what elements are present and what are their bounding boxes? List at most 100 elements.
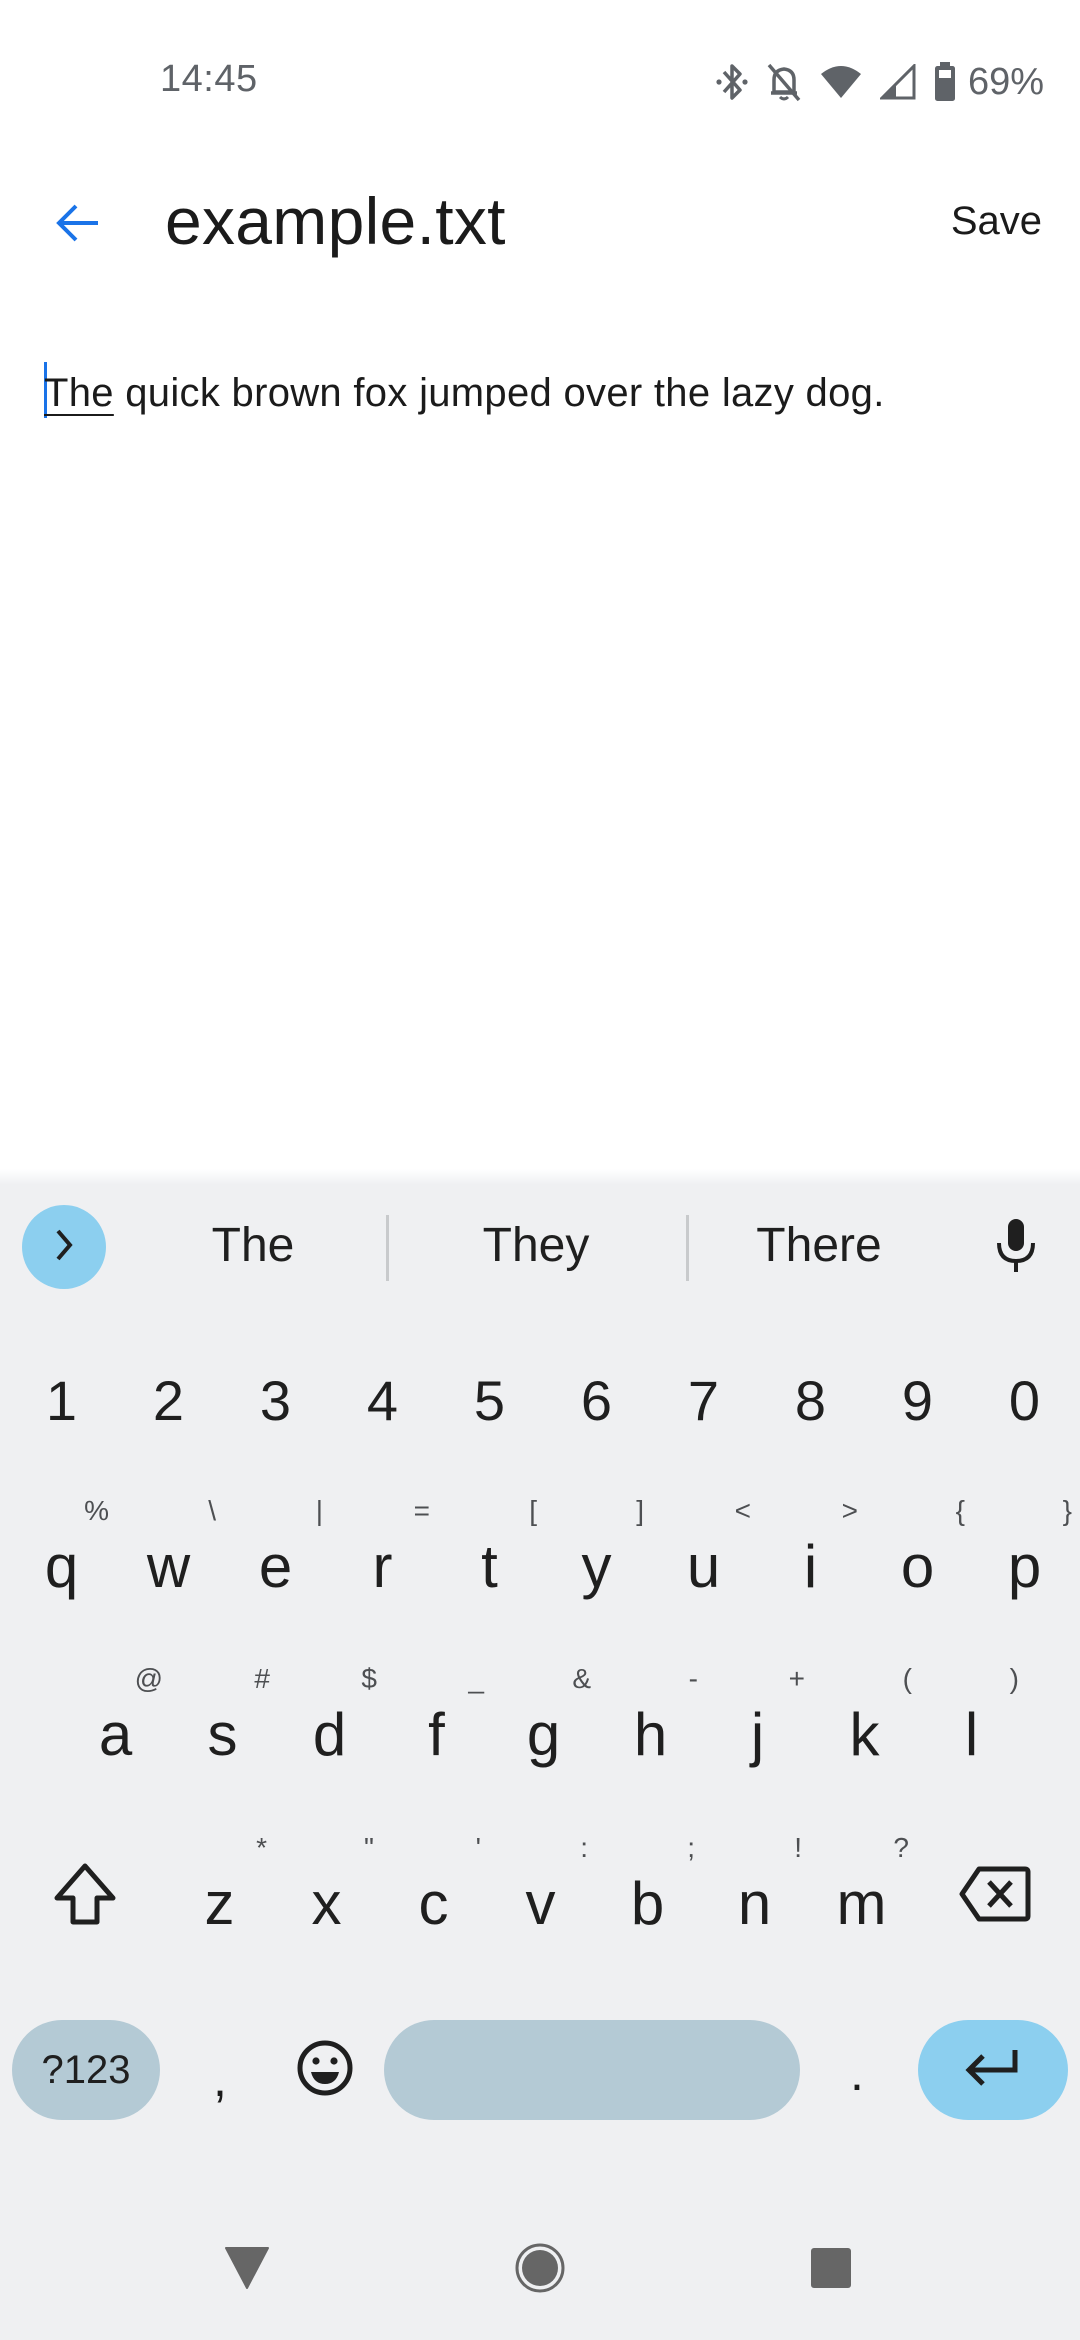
backspace-key[interactable] [930, 1812, 1060, 1980]
key-j[interactable]: + j [704, 1643, 811, 1811]
key-y[interactable]: ] y [543, 1475, 650, 1643]
key-hint: { [955, 1495, 965, 1526]
key-g[interactable]: & g [490, 1643, 597, 1811]
key-hint: ! [794, 1832, 802, 1863]
keyboard-shadow [0, 1169, 1080, 1185]
emoji-icon [296, 2039, 354, 2102]
microphone-icon [994, 1217, 1038, 1278]
key-e[interactable]: | e [222, 1475, 329, 1643]
editor-content[interactable]: The quick brown fox jumped over the lazy… [44, 362, 885, 418]
key-v[interactable]: :v [487, 1812, 594, 1980]
key-hint: : [580, 1832, 588, 1863]
suggestion-divider [386, 1215, 389, 1281]
key-label: i [803, 1533, 818, 1600]
nav-recents-icon [809, 2246, 853, 2295]
shift-key[interactable] [20, 1812, 150, 1980]
key-hint: @ [134, 1663, 163, 1694]
key-label: n [737, 1870, 772, 1937]
letter-row-3: * z " x ' c: v; b! n? m [0, 1812, 1080, 1980]
key-label: y [581, 1533, 612, 1600]
letter-row-1: % q \ w | e = r[t] y < u > i{o} p [0, 1475, 1080, 1643]
suggestion-2[interactable]: They [396, 1185, 676, 1305]
key-label: g [526, 1701, 561, 1768]
key-hint: _ [468, 1663, 484, 1694]
comma-key[interactable]: , [175, 2020, 265, 2120]
key-hint: & [572, 1663, 591, 1694]
nav-home-button[interactable] [490, 2220, 590, 2320]
save-button[interactable]: Save [947, 191, 1046, 252]
key-hint: " [364, 1832, 374, 1863]
key-i[interactable]: > i [757, 1475, 864, 1643]
back-button[interactable] [40, 187, 116, 263]
bluetooth-icon [716, 62, 748, 102]
key-5[interactable]: 5 [436, 1340, 543, 1460]
key-label: d [312, 1701, 347, 1768]
key-label: h [633, 1701, 668, 1768]
key-label: q [44, 1533, 79, 1600]
expand-toolbar-button[interactable] [22, 1205, 106, 1289]
key-1[interactable]: 1 [8, 1340, 115, 1460]
key-x[interactable]: " x [273, 1812, 380, 1980]
key-9[interactable]: 9 [864, 1340, 971, 1460]
key-z[interactable]: * z [166, 1812, 273, 1980]
key-label: f [428, 1701, 445, 1768]
key-hint: ' [475, 1832, 481, 1863]
key-6[interactable]: 6 [543, 1340, 650, 1460]
key-t[interactable]: [t [436, 1475, 543, 1643]
key-2[interactable]: 2 [115, 1340, 222, 1460]
key-s[interactable]: # s [169, 1643, 276, 1811]
key-u[interactable]: < u [650, 1475, 757, 1643]
key-q[interactable]: % q [8, 1475, 115, 1643]
key-4[interactable]: 4 [329, 1340, 436, 1460]
suggestion-1[interactable]: The [130, 1185, 376, 1305]
key-label: t [481, 1533, 498, 1600]
space-key[interactable] [384, 2020, 800, 2120]
enter-key[interactable] [918, 2020, 1068, 2120]
key-label: z [204, 1870, 235, 1937]
key-d[interactable]: $ d [276, 1643, 383, 1811]
key-label: a [98, 1701, 133, 1768]
key-l[interactable]: ) l [918, 1643, 1025, 1811]
chevron-right-icon [49, 1225, 79, 1270]
key-k[interactable]: (k [811, 1643, 918, 1811]
key-h[interactable]: -h [597, 1643, 704, 1811]
emoji-key[interactable] [280, 2020, 370, 2120]
key-hint: ] [636, 1495, 644, 1526]
number-row: 1234567890 [0, 1340, 1080, 1460]
status-time: 14:45 [160, 58, 258, 100]
key-0[interactable]: 0 [971, 1340, 1078, 1460]
shift-icon [53, 1862, 117, 1931]
key-w[interactable]: \ w [115, 1475, 222, 1643]
key-label: w [146, 1533, 191, 1600]
key-o[interactable]: {o [864, 1475, 971, 1643]
voice-input-button[interactable] [974, 1205, 1058, 1289]
key-hint: > [841, 1495, 858, 1526]
key-hint: ( [902, 1663, 912, 1694]
symbols-key[interactable]: ?123 [12, 2020, 160, 2120]
nav-back-button[interactable] [197, 2220, 297, 2320]
key-7[interactable]: 7 [650, 1340, 757, 1460]
text-editor[interactable]: The quick brown fox jumped over the lazy… [0, 290, 1080, 1185]
navigation-bar [0, 2200, 1080, 2340]
soft-keyboard: The They There 1234567890 % q \ w | e = r[t] y < u… [0, 1169, 1080, 2340]
nav-recents-button[interactable] [781, 2220, 881, 2320]
key-b[interactable]: ; b [594, 1812, 701, 1980]
key-8[interactable]: 8 [757, 1340, 864, 1460]
period-key[interactable]: . [812, 2020, 902, 2120]
key-hint: + [788, 1663, 805, 1694]
nav-back-icon [223, 2244, 271, 2297]
key-hint: ; [687, 1832, 695, 1863]
key-label: u [686, 1533, 721, 1600]
key-n[interactable]: ! n [701, 1812, 808, 1980]
key-a[interactable]: @ a [62, 1643, 169, 1811]
key-p[interactable]: } p [971, 1475, 1078, 1643]
key-c[interactable]: ' c [380, 1812, 487, 1980]
key-f[interactable]: _ f [383, 1643, 490, 1811]
key-r[interactable]: = r [329, 1475, 436, 1643]
status-bar: 14:45 69% [0, 0, 1080, 165]
key-m[interactable]: ? m [808, 1812, 915, 1980]
status-icons: 69% [716, 60, 1044, 104]
suggestion-3[interactable]: There [696, 1185, 942, 1305]
key-3[interactable]: 3 [222, 1340, 329, 1460]
notifications-off-icon [766, 62, 802, 102]
